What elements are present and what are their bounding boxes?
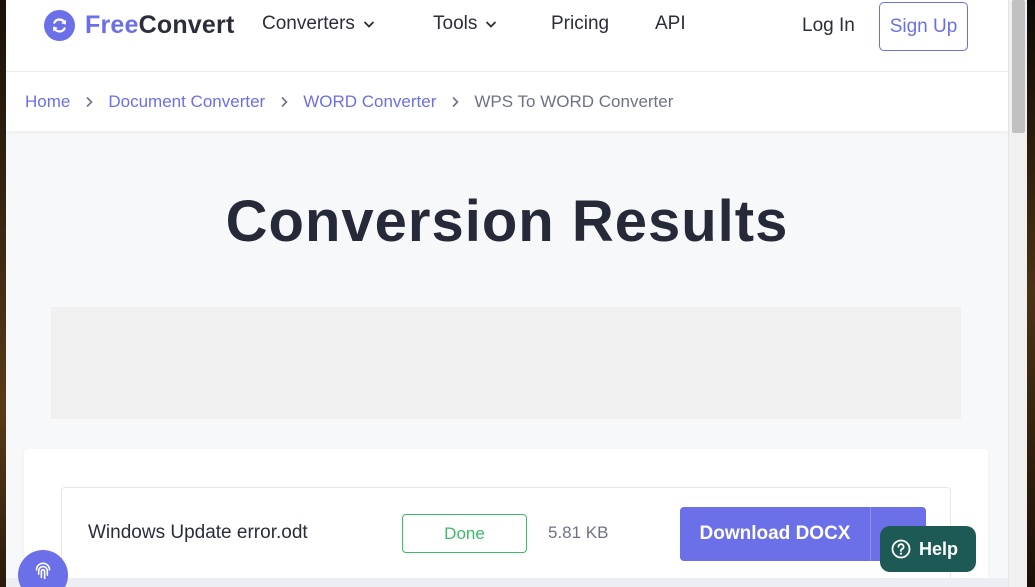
- nav-pricing[interactable]: Pricing: [551, 13, 609, 35]
- logo[interactable]: FreeConvert: [44, 10, 234, 41]
- scrollbar-thumb[interactable]: [1012, 0, 1025, 133]
- nav-tools-label: Tools: [433, 13, 478, 34]
- nav-converters[interactable]: Converters: [262, 13, 376, 35]
- desktop-background-right: [1027, 0, 1035, 587]
- file-name: Windows Update error.odt: [88, 522, 308, 543]
- scrollbar[interactable]: [1008, 0, 1027, 587]
- file-size: 5.81 KB: [548, 523, 609, 542]
- fingerprint-icon: [35, 562, 51, 580]
- nav-api[interactable]: API: [655, 13, 686, 35]
- nav-converters-label: Converters: [262, 13, 355, 34]
- chevron-down-icon: [486, 21, 497, 28]
- help-button-label: Help: [919, 538, 959, 559]
- logo-text-free: Free: [85, 11, 139, 39]
- chevron-right-icon: [86, 96, 93, 107]
- file-row: Windows Update error.odt Done 5.81 KB Do…: [61, 487, 951, 587]
- download-button-label: Download DOCX: [699, 523, 851, 544]
- results-card: Windows Update error.odt Done 5.81 KB Do…: [24, 449, 988, 587]
- page-title: Conversion Results: [225, 189, 789, 254]
- nav-tools[interactable]: Tools: [433, 13, 498, 35]
- logo-text-convert: Convert: [138, 11, 235, 39]
- chevron-right-icon: [452, 96, 460, 107]
- logo-text: FreeConvert: [85, 11, 234, 40]
- breadcrumb: Home Document Converter WORD Converter W…: [6, 72, 1008, 131]
- nav-pricing-label: Pricing: [551, 13, 610, 34]
- login-link[interactable]: Log In: [802, 15, 855, 37]
- breadcrumb-home[interactable]: Home: [25, 92, 70, 112]
- question-circle-icon: [891, 539, 911, 559]
- next-section-edge: [6, 578, 1008, 587]
- help-button[interactable]: Help: [880, 526, 976, 572]
- chevron-right-icon: [281, 96, 288, 107]
- signup-button[interactable]: Sign Up: [879, 2, 968, 51]
- browser-viewport: FreeConvert Converters Tools Pricing API…: [6, 0, 1008, 587]
- nav-api-label: API: [655, 13, 686, 34]
- breadcrumb-document-converter[interactable]: Document Converter: [108, 92, 265, 112]
- refresh-circle-icon: [44, 10, 75, 41]
- status-badge: Done: [402, 514, 527, 553]
- breadcrumb-word-converter[interactable]: WORD Converter: [303, 92, 436, 112]
- ad-placeholder: [51, 307, 961, 419]
- breadcrumb-current: WPS To WORD Converter: [474, 91, 674, 111]
- site-header: FreeConvert Converters Tools Pricing API…: [6, 0, 1008, 72]
- chevron-down-icon: [363, 21, 375, 28]
